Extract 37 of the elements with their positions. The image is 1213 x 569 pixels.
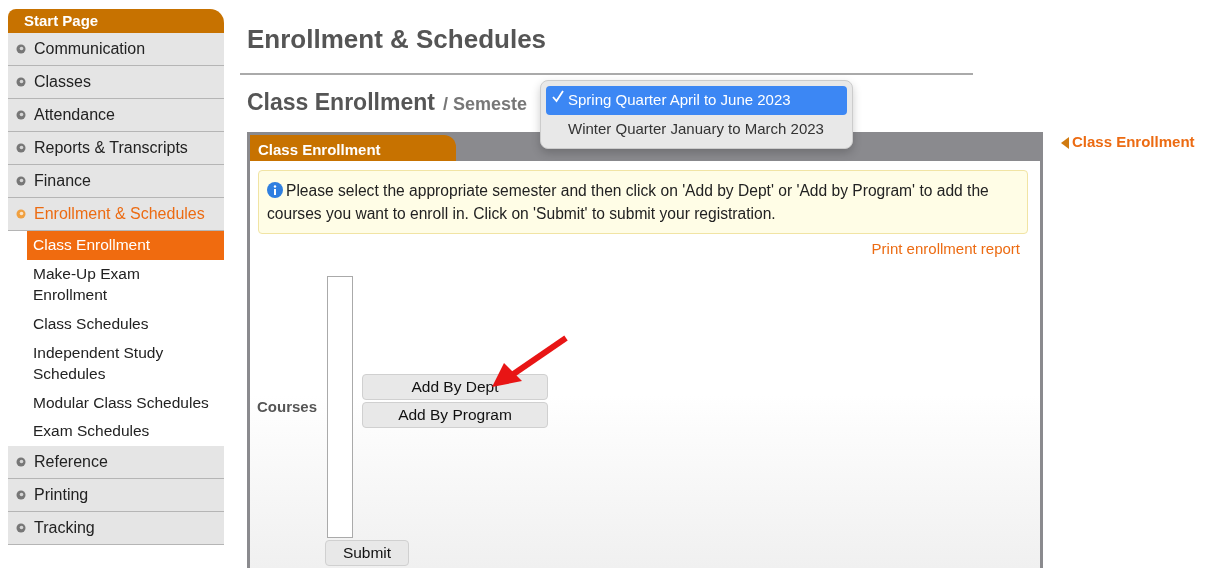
menu-item[interactable]: Attendance: [8, 99, 224, 132]
menu-item[interactable]: Reference: [8, 446, 224, 480]
submenu-item[interactable]: Independent Study Schedules: [8, 338, 224, 389]
courses-label: Courses: [257, 396, 319, 417]
menu-item[interactable]: Communication: [8, 33, 224, 66]
submenu-item[interactable]: Make-Up Exam Enrollment: [8, 259, 224, 310]
semester-label: / Semeste: [442, 93, 527, 116]
bullet-icon: [16, 457, 26, 468]
submenu-item[interactable]: Exam Schedules: [8, 417, 224, 447]
bullet-icon: [16, 110, 26, 120]
info-icon: [267, 181, 283, 198]
page-title: Enrollment & Schedules: [247, 23, 548, 56]
bullet-icon: [16, 209, 26, 219]
submit-button[interactable]: Submit: [325, 539, 409, 566]
check-icon: [552, 89, 564, 103]
caret-icon: [1061, 136, 1069, 149]
dropdown-option[interactable]: Spring Quarter April to June 2023: [546, 86, 847, 115]
bullet-icon: [16, 44, 26, 54]
info-message: Please select the appropriate semester and then click on 'Add by Dept' or 'Add by Program' to add the courses you want to enroll in. Click on 'Submit' to submit your registration.: [258, 169, 1028, 235]
add-button[interactable]: Add By Program: [362, 401, 548, 428]
bullet-icon: [16, 143, 26, 153]
dropdown-option[interactable]: Winter Quarter January to March 2023: [546, 114, 847, 143]
menu-item[interactable]: Tracking: [8, 512, 224, 546]
bullet-icon: [16, 523, 26, 534]
menu-item[interactable]: Reports & Transcripts: [8, 132, 224, 165]
panel-tab[interactable]: Class Enrollment: [250, 134, 456, 161]
bullet-icon: [16, 77, 26, 87]
section-title: Class Enrollment: [247, 88, 435, 117]
menu-item[interactable]: Finance: [8, 165, 224, 198]
bullet-icon: [16, 490, 26, 501]
menu-item[interactable]: Printing: [8, 479, 224, 513]
bullet-icon: [16, 176, 26, 186]
submenu-item[interactable]: Class Schedules: [8, 309, 224, 339]
menu-item[interactable]: Classes: [8, 66, 224, 99]
submenu-item[interactable]: Modular Class Schedules: [8, 388, 224, 418]
menu-header[interactable]: Start Page: [8, 9, 224, 33]
courses-listbox[interactable]: [327, 275, 353, 538]
